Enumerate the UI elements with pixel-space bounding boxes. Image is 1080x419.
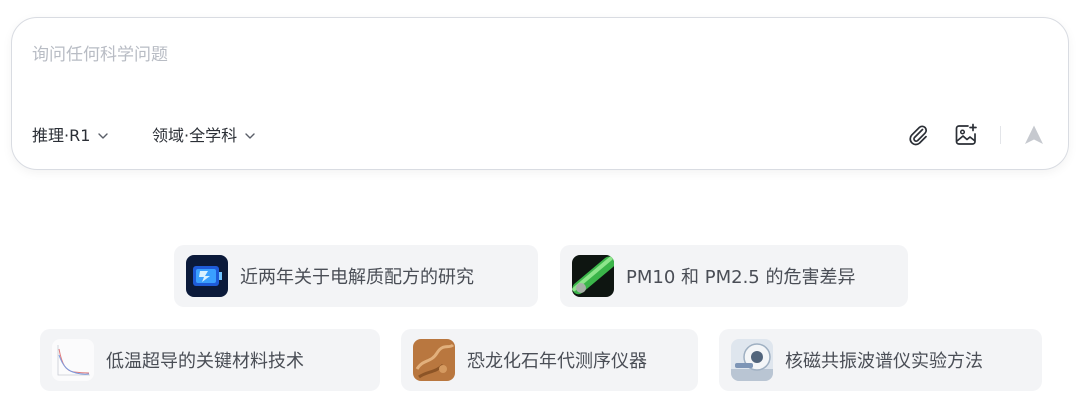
suggestion-chip[interactable]: 近两年关于电解质配方的研究 — [174, 245, 538, 307]
toolbar-divider — [1000, 126, 1001, 144]
suggestion-label: PM10 和 PM2.5 的危害差异 — [626, 267, 856, 288]
question-input[interactable] — [32, 40, 892, 70]
domain-selector-label: 领域·全学科 — [152, 126, 238, 145]
paperclip-icon[interactable] — [904, 121, 932, 149]
image-plus-icon[interactable] — [952, 121, 980, 149]
suggestion-chip[interactable]: PM10 和 PM2.5 的危害差异 — [560, 245, 908, 307]
chart-thumbnail — [52, 339, 94, 381]
mri-thumbnail — [731, 339, 773, 381]
suggestion-label: 低温超导的关键材料技术 — [106, 351, 304, 372]
model-selector-label: 推理·R1 — [32, 126, 91, 145]
suggestion-chip[interactable]: 恐龙化石年代测序仪器 — [401, 329, 698, 391]
suggestion-chip[interactable]: 低温超导的关键材料技术 — [40, 329, 380, 391]
battery-thumbnail — [186, 255, 228, 297]
suggestion-label: 核磁共振波谱仪实验方法 — [785, 351, 983, 372]
send-icon[interactable] — [1020, 121, 1048, 149]
domain-selector[interactable]: 领域·全学科 — [152, 121, 257, 147]
fossil-thumbnail — [413, 339, 455, 381]
suggestion-label: 恐龙化石年代测序仪器 — [467, 351, 647, 372]
model-selector[interactable]: 推理·R1 — [32, 121, 110, 147]
suggestion-chip[interactable]: 核磁共振波谱仪实验方法 — [719, 329, 1042, 391]
green-tube-thumbnail — [572, 255, 614, 297]
chevron-down-icon — [243, 128, 257, 142]
suggestion-label: 近两年关于电解质配方的研究 — [240, 267, 474, 288]
chevron-down-icon — [96, 128, 110, 142]
composer-box: 推理·R1 领域·全学科 — [11, 17, 1069, 170]
